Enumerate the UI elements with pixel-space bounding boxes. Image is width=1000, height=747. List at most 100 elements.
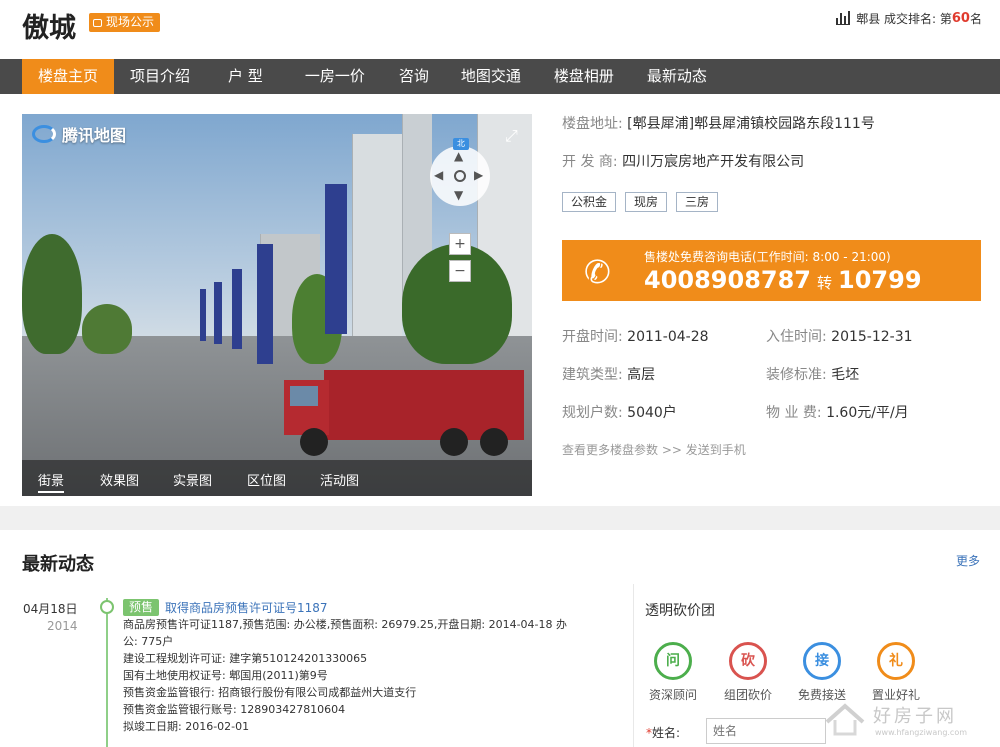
bargain-title: 透明砍价团 <box>645 603 715 619</box>
bargain-consultant[interactable]: 问 资深顾问 <box>636 642 710 703</box>
main-nav: 楼盘主页 项目介绍 户 型 一房一价 咨询 地图交通 楼盘相册 最新动态 <box>0 59 1000 94</box>
households-value: 5040户 <box>627 405 677 421</box>
nav-news[interactable]: 最新动态 <box>631 59 723 94</box>
decoration-label: 装修标准: <box>766 367 827 383</box>
hotline-banner[interactable]: ✆ 售楼处免费咨询电话(工作时间: 8:00 - 21:00) 40089087… <box>562 240 981 301</box>
pan-right-icon[interactable]: ▶ <box>474 168 483 182</box>
fullscreen-icon[interactable]: ⤢ <box>505 126 518 146</box>
news-line: 公: 775户 <box>123 635 174 648</box>
news-tag: 预售 <box>123 598 160 616</box>
news-more-link[interactable]: 更多 <box>956 552 980 569</box>
name-input[interactable] <box>706 718 826 744</box>
site-notice-badge[interactable]: 现场公示 <box>89 13 161 32</box>
property-fee-value: 1.60元/平/月 <box>826 405 909 421</box>
nav-price-list[interactable]: 一房一价 <box>285 59 385 94</box>
zoom-control: + − <box>449 233 471 282</box>
header: 傲城 现场公示 郫县 成交排名: 第 60 名 <box>0 0 1000 59</box>
pickup-icon: 接 <box>803 642 841 680</box>
tab-location[interactable]: 区位图 <box>247 470 286 489</box>
rank-prefix: 郫县 成交排名: 第 <box>856 12 952 26</box>
map-tab-bar: 街景 效果图 实景图 区位图 活动图 <box>22 460 532 496</box>
house-logo-icon <box>825 703 865 736</box>
move-in-label: 入住时间: <box>766 329 827 345</box>
news-line: 拟竣工日期: 2016-02-01 <box>123 720 250 733</box>
news-date: 04月18日 <box>23 602 78 616</box>
hotline-extension: 10799 <box>838 266 922 294</box>
badge-label: 现场公示 <box>106 15 155 29</box>
notice-icon <box>93 18 102 27</box>
bar-chart-icon <box>836 11 851 25</box>
main-panel: 腾讯地图 北 ▲ ▼ ◀ ▶ ⤢ + − 街景 效果图 实景图 区位图 活动图 … <box>0 94 1000 506</box>
compass-control[interactable]: 北 ▲ ▼ ◀ ▶ <box>430 138 490 206</box>
bargain-item-label: 资深顾问 <box>648 688 697 702</box>
phone-icon: ✆ <box>584 253 611 291</box>
rank-number: 60 <box>951 11 970 26</box>
households-label: 规划户数: <box>562 405 623 421</box>
move-in-value: 2015-12-31 <box>831 329 913 345</box>
nav-intro[interactable]: 项目介绍 <box>114 59 206 94</box>
news-headline-link[interactable]: 取得商品房预售许可证号1187 <box>165 599 328 616</box>
timeline-line <box>106 598 108 747</box>
truck-illustration <box>284 370 524 456</box>
tab-real-photo[interactable]: 实景图 <box>173 470 212 489</box>
tab-rendering[interactable]: 效果图 <box>100 470 139 489</box>
bargain-gift[interactable]: 礼 置业好礼 <box>859 642 933 703</box>
news-year: 2014 <box>47 619 78 633</box>
open-date-value: 2011-04-28 <box>627 329 709 345</box>
hotline-number-group: 4008908787 转 10799 <box>644 266 922 294</box>
tag-ready-house[interactable]: 现房 <box>625 192 668 212</box>
building-type-value: 高层 <box>627 367 656 383</box>
feature-tags: 公积金 现房 三房 <box>562 192 982 212</box>
tencent-map-icon <box>32 125 56 143</box>
watermark-text: 好房子网 <box>873 706 957 727</box>
sales-rank: 郫县 成交排名: 第 60 名 <box>836 10 982 27</box>
bargain-free-pickup[interactable]: 接 免费接送 <box>785 642 859 703</box>
site-watermark: 好房子网 www.hfangziwang.com <box>823 700 993 745</box>
consultant-icon: 问 <box>654 642 692 680</box>
address-value: [郫县犀浦]郫县犀浦镇校园路东段111号 <box>627 116 875 132</box>
zoom-in-button[interactable]: + <box>449 233 471 255</box>
decoration-value: 毛坯 <box>831 367 860 383</box>
news-line: 建设工程规划许可证: 建字第510124201330065 <box>123 652 368 665</box>
news-line: 商品房预售许可证1187,预售范围: 办公楼,预售面积: 26979.25,开盘… <box>123 618 567 631</box>
address-label: 楼盘地址: <box>562 116 623 132</box>
tab-street-view[interactable]: 街景 <box>38 470 65 493</box>
compass-center-icon[interactable] <box>454 170 466 182</box>
news-line: 预售资金监管银行账号: 128903427810604 <box>123 703 346 716</box>
page-title: 傲城 <box>22 13 76 44</box>
building-type-label: 建筑类型: <box>562 367 623 383</box>
watermark-url: www.hfangziwang.com <box>875 728 968 737</box>
nav-home[interactable]: 楼盘主页 <box>22 59 115 94</box>
news-section-title: 最新动态 <box>22 554 94 575</box>
rank-suffix: 名 <box>969 12 982 26</box>
nav-map-traffic[interactable]: 地图交通 <box>443 59 537 94</box>
news-item: 预售 取得商品房预售许可证号1187 商品房预售许可证1187,预售范围: 办公… <box>123 598 623 735</box>
zoom-out-button[interactable]: − <box>449 260 471 282</box>
more-params-link[interactable]: 查看更多楼盘参数 >> 发送到手机 <box>562 441 746 458</box>
property-details: 开盘时间: 2011-04-28 入住时间: 2015-12-31 建筑类型: … <box>562 326 982 440</box>
pan-up-icon[interactable]: ▲ <box>454 149 463 163</box>
pan-down-icon[interactable]: ▼ <box>454 188 463 202</box>
developer-row: 开 发 商: 四川万宸房地产开发有限公司 <box>562 152 982 190</box>
bargain-group-haggle[interactable]: 砍 组团砍价 <box>711 642 785 703</box>
property-fee-label: 物 业 费: <box>766 405 822 421</box>
nav-consult[interactable]: 咨询 <box>385 59 443 94</box>
tag-housing-fund[interactable]: 公积金 <box>562 192 617 212</box>
hotline-number: 4008908787 <box>644 266 811 294</box>
open-date-label: 开盘时间: <box>562 329 623 345</box>
nav-floorplan[interactable]: 户 型 <box>206 59 285 94</box>
timeline-dot <box>100 600 114 614</box>
developer-value: 四川万宸房地产开发有限公司 <box>622 154 805 170</box>
nav-album[interactable]: 楼盘相册 <box>537 59 631 94</box>
tab-activity[interactable]: 活动图 <box>320 470 359 489</box>
pan-left-icon[interactable]: ◀ <box>434 168 443 182</box>
tag-three-room[interactable]: 三房 <box>676 192 719 212</box>
hotline-transfer: 转 <box>817 274 833 292</box>
news-line: 国有土地使用权证号: 郫国用(2011)第9号 <box>123 669 328 682</box>
name-field-label: *姓名: <box>646 726 681 740</box>
tencent-map-logo: 腾讯地图 <box>32 122 126 146</box>
haggle-icon: 砍 <box>729 642 767 680</box>
news-line: 预售资金监管银行: 招商银行股份有限公司成都益州大道支行 <box>123 686 417 699</box>
street-view-map[interactable]: 腾讯地图 北 ▲ ▼ ◀ ▶ ⤢ + − 街景 效果图 实景图 区位图 活动图 <box>22 114 532 496</box>
gift-icon: 礼 <box>877 642 915 680</box>
